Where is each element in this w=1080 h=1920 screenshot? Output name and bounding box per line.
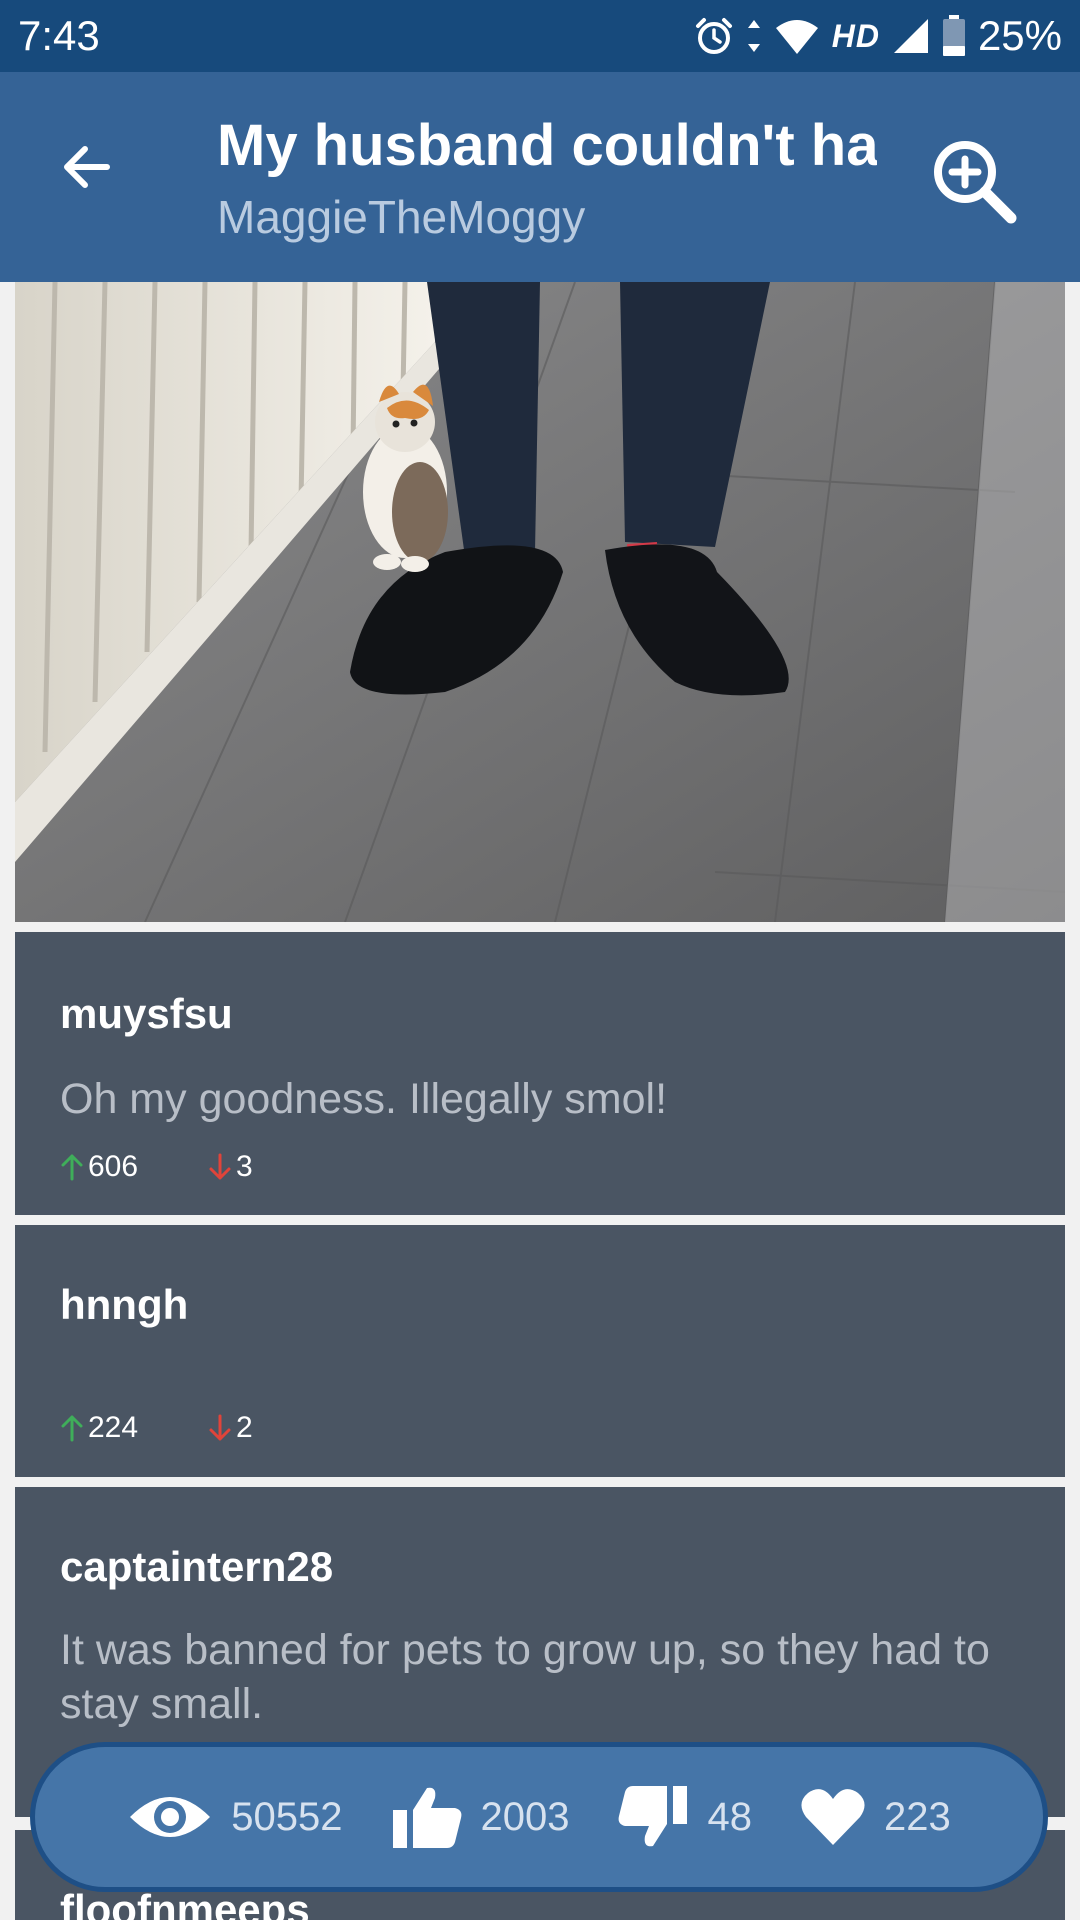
upvote[interactable]: 224 — [60, 1411, 208, 1445]
arrow-down-icon — [209, 1153, 231, 1180]
kitten-photo-illustration — [15, 282, 1065, 922]
comment-card[interactable]: muysfsu Oh my goodness. Illegally smol! … — [15, 932, 1065, 1215]
arrow-up-icon — [61, 1415, 83, 1442]
thumbs-down-icon — [619, 1786, 688, 1847]
favorites-count: 223 — [883, 1794, 951, 1839]
arrow-down-icon — [209, 1414, 231, 1441]
comment-username[interactable]: hnngh — [60, 1281, 188, 1329]
likes-count: 2003 — [480, 1794, 570, 1839]
post-author[interactable]: MaggieTheMoggy — [217, 190, 585, 244]
upvote[interactable]: 606 — [60, 1150, 208, 1184]
upvote-count: 224 — [88, 1411, 139, 1444]
views-count: 50552 — [231, 1794, 343, 1839]
wifi-icon — [775, 20, 818, 54]
cell-signal-icon — [893, 19, 928, 53]
zoom-button[interactable] — [920, 127, 1030, 237]
status-bar: 7:43 HD 25% — [0, 0, 1080, 72]
upvote-count: 606 — [88, 1150, 139, 1183]
downvote[interactable]: 2 — [208, 1411, 253, 1445]
downvote-count: 2 — [236, 1411, 253, 1444]
comment-card[interactable]: hnngh 224 2 — [15, 1225, 1065, 1477]
screen: 7:43 HD 25% My husband couldn't ha.. Mag… — [0, 0, 1080, 1920]
arrow-up-icon — [61, 1154, 83, 1181]
network-type-label: HD — [831, 17, 880, 54]
battery-percent: 25% — [977, 12, 1062, 59]
dislikes-count: 48 — [707, 1794, 752, 1839]
comment-username[interactable]: captaintern28 — [60, 1543, 333, 1591]
downvote-count: 3 — [236, 1150, 253, 1183]
post-title: My husband couldn't ha.. — [217, 113, 877, 178]
favorite-button[interactable]: 223 — [800, 1787, 951, 1847]
zoom-in-icon — [934, 141, 1017, 224]
data-arrows-icon — [747, 20, 760, 52]
comment-text: It was banned for pets to grow up, so th… — [60, 1626, 990, 1728]
post-image[interactable] — [15, 282, 1065, 922]
like-button[interactable]: 2003 — [391, 1784, 570, 1850]
post-stats-bar: 50552 2003 48 223 — [30, 1742, 1048, 1892]
downvote[interactable]: 3 — [208, 1150, 253, 1184]
alarm-icon — [695, 18, 732, 54]
heart-icon — [801, 1789, 865, 1845]
eye-icon — [130, 1797, 211, 1837]
dislike-button[interactable]: 48 — [617, 1784, 752, 1850]
app-bar: My husband couldn't ha.. MaggieTheMoggy — [0, 72, 1080, 282]
status-time: 7:43 — [18, 12, 100, 59]
comment-text: Oh my goodness. Illegally smol! — [60, 1075, 668, 1123]
comment-username[interactable]: muysfsu — [60, 990, 233, 1038]
comment-votes: 224 2 — [60, 1411, 253, 1445]
arrow-left-icon — [64, 146, 110, 188]
comment-votes: 606 3 — [60, 1150, 253, 1184]
thumbs-up-icon — [392, 1787, 461, 1848]
status-icons: HD 25% — [694, 10, 1062, 62]
views-stat: 50552 — [127, 1789, 343, 1845]
battery-icon — [942, 15, 965, 56]
back-button[interactable] — [40, 122, 130, 212]
